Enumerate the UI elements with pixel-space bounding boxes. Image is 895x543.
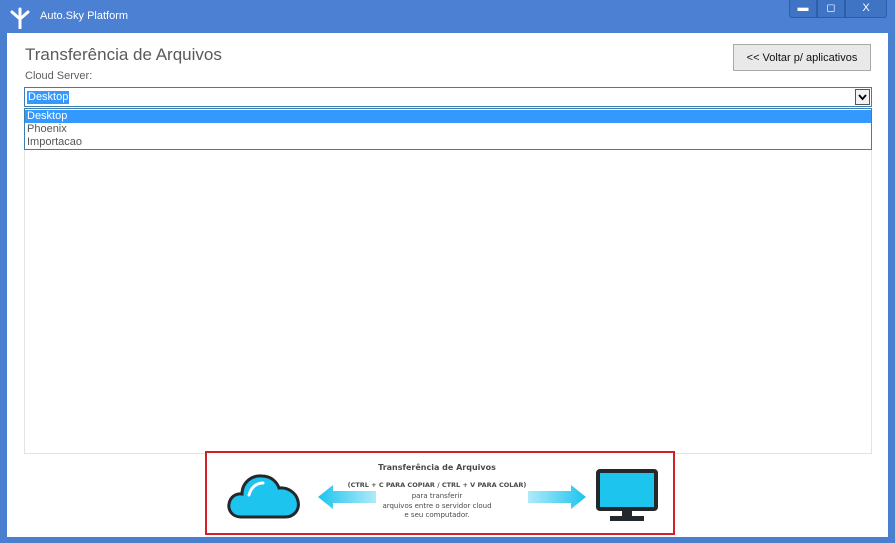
window-title: Auto.Sky Platform <box>40 10 129 22</box>
banner-description: para transferir arquivos entre o servido… <box>347 492 527 521</box>
banner-desc-line-2: arquivos entre o servidor cloud <box>382 501 492 510</box>
minimize-button[interactable]: ▬ <box>789 0 817 18</box>
banner-desc-line-1: para transferir <box>411 492 463 500</box>
arrow-right-icon <box>528 485 586 509</box>
maximize-button[interactable]: ◻ <box>817 0 845 18</box>
app-window: Auto.Sky Platform ▬ ◻ X Transferência de… <box>0 0 895 543</box>
cloud-icon <box>227 474 300 519</box>
page-title: Transferência de Arquivos <box>25 45 222 64</box>
back-to-apps-button[interactable]: << Voltar p/ aplicativos <box>733 44 871 71</box>
dropdown-option-desktop[interactable]: Desktop <box>25 110 871 123</box>
banner-shortcut-hint: (CTRL + C PARA COPIAR / CTRL + V PARA CO… <box>347 481 527 489</box>
main-panel: Transferência de Arquivos << Voltar p/ a… <box>7 33 888 537</box>
banner-desc-line-3: e seu computador. <box>404 511 470 519</box>
cloud-server-select[interactable]: Desktop <box>24 87 872 107</box>
monitor-icon <box>596 469 658 521</box>
title-bar[interactable]: Auto.Sky Platform ▬ ◻ X <box>0 0 895 33</box>
banner-title: Transferência de Arquivos <box>378 463 496 472</box>
cloud-server-selected-value: Desktop <box>27 91 70 104</box>
file-browser-area[interactable] <box>24 150 872 454</box>
chevron-down-icon <box>858 94 867 101</box>
dropdown-option-phoenix[interactable]: Phoenix <box>25 123 871 136</box>
dropdown-toggle-button[interactable] <box>855 89 870 105</box>
transfer-info-banner: Transferência de Arquivos (CTRL + C PARA… <box>205 451 675 535</box>
cloud-server-label: Cloud Server: <box>25 70 93 82</box>
app-logo-icon <box>10 7 30 29</box>
dropdown-option-importacao[interactable]: Importacao <box>25 136 871 149</box>
close-button[interactable]: X <box>845 0 887 18</box>
cloud-server-dropdown-list: Desktop Phoenix Importacao <box>24 108 872 150</box>
